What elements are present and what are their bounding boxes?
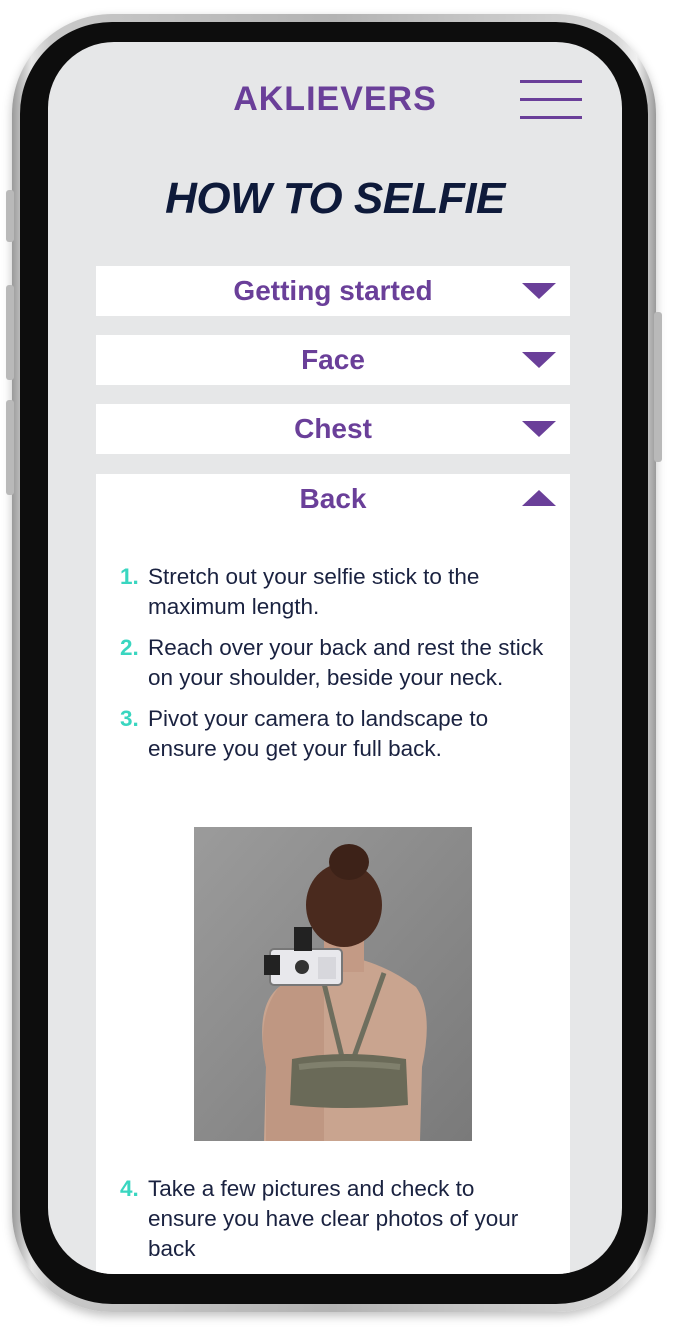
chevron-up-icon[interactable]	[522, 490, 556, 506]
accordion-label: Face	[301, 344, 365, 375]
accordion-face[interactable]: Face	[96, 335, 570, 385]
steps-list: 1. Stretch out your selfie stick to the …	[120, 562, 546, 775]
accordion-label: Getting started	[233, 275, 433, 306]
selfie-illustration	[194, 827, 472, 1141]
steps-list-continued: 4. Take a few pictures and check to ensu…	[120, 1174, 546, 1274]
menu-bar	[520, 116, 582, 119]
phone-mute-switch	[6, 190, 14, 242]
app-header: AKLIEVERS	[48, 42, 622, 142]
chevron-down-icon[interactable]	[522, 421, 556, 437]
phone-power-button	[654, 312, 662, 462]
menu-bar	[520, 98, 582, 101]
menu-bar	[520, 80, 582, 83]
step-number: 1.	[120, 564, 139, 589]
chevron-down-icon[interactable]	[522, 283, 556, 299]
accordion-back-header[interactable]: Back	[96, 474, 570, 524]
accordion-label: Chest	[294, 413, 372, 444]
phone-volume-up-button	[6, 285, 14, 380]
accordion-chest[interactable]: Chest	[96, 404, 570, 454]
list-item: 2. Reach over your back and rest the sti…	[120, 633, 546, 693]
hamburger-menu-icon[interactable]	[520, 80, 582, 120]
list-item: 3. Pivot your camera to landscape to ens…	[120, 704, 546, 764]
phone-screen: AKLIEVERS HOW TO SELFIE Getting started …	[48, 42, 622, 1274]
step-number: 4.	[120, 1176, 139, 1201]
chevron-down-icon[interactable]	[522, 352, 556, 368]
step-text: Stretch out your selfie stick to the max…	[148, 564, 480, 619]
step-number: 2.	[120, 635, 139, 660]
step-text: Reach over your back and rest the stick …	[148, 635, 544, 690]
list-item: 4. Take a few pictures and check to ensu…	[120, 1174, 546, 1264]
step-number: 3.	[120, 706, 139, 731]
accordion-back: Back 1. Stretch out your selfie stick to…	[96, 474, 570, 1274]
list-item: 1. Stretch out your selfie stick to the …	[120, 562, 546, 622]
accordion-label: Back	[299, 483, 367, 514]
step-text: Pivot your camera to landscape to ensure…	[148, 706, 489, 761]
phone-volume-down-button	[6, 400, 14, 495]
back-selfie-photo	[194, 827, 472, 1141]
accordion-getting-started[interactable]: Getting started	[96, 266, 570, 316]
page-title: HOW TO SELFIE	[165, 174, 505, 223]
step-text: Take a few pictures and check to ensure …	[148, 1176, 519, 1261]
